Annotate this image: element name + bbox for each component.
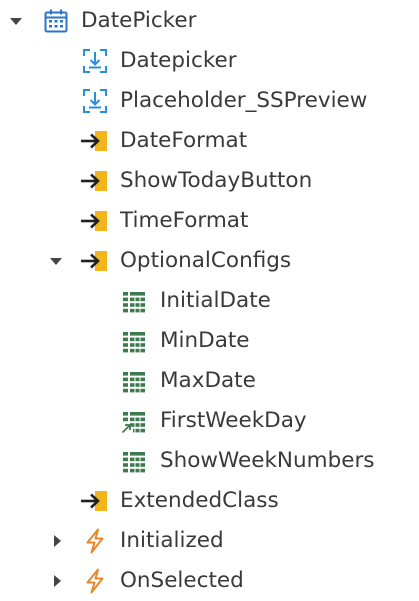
- calendar-icon: [43, 8, 69, 34]
- tree-item-label: MaxDate: [160, 368, 256, 393]
- tree-item-attribute-firstweekday[interactable]: FirstWeekDay: [0, 401, 419, 441]
- collapse-toggle-icon[interactable]: [8, 13, 24, 29]
- tree-item-label: ShowWeekNumbers: [160, 448, 375, 473]
- structure-attribute-icon: [121, 288, 147, 314]
- tree-item-event-initialized[interactable]: Initialized: [0, 521, 419, 561]
- placeholder-icon: [82, 48, 108, 74]
- structure-attribute-reference-icon: [121, 408, 147, 434]
- input-parameter-icon: [80, 128, 107, 154]
- structure-attribute-icon: [121, 368, 147, 394]
- tree-item-placeholder-sspreview[interactable]: Placeholder_SSPreview: [0, 81, 419, 121]
- collapse-toggle-icon[interactable]: [48, 253, 64, 269]
- tree-item-label: OnSelected: [120, 568, 244, 593]
- tree-item-attribute-showweeknumbers[interactable]: ShowWeekNumbers: [0, 441, 419, 481]
- expand-toggle-icon[interactable]: [49, 533, 65, 549]
- tree-item-placeholder-datepicker[interactable]: Datepicker: [0, 41, 419, 81]
- structure-attribute-icon: [121, 448, 147, 474]
- placeholder-icon: [82, 88, 108, 114]
- tree-item-label: Initialized: [120, 528, 224, 553]
- tree-item-label: Placeholder_SSPreview: [120, 88, 368, 113]
- tree-item-input-timeformat[interactable]: TimeFormat: [0, 201, 419, 241]
- tree-item-event-onselected[interactable]: OnSelected: [0, 561, 419, 601]
- tree-item-label: ExtendedClass: [120, 488, 279, 513]
- tree-item-label: DateFormat: [120, 128, 248, 153]
- widget-tree: DatePicker Datepicker Placeholder_SSPrev…: [0, 0, 419, 601]
- event-icon: [82, 528, 108, 554]
- tree-item-input-optionalconfigs[interactable]: OptionalConfigs: [0, 241, 419, 281]
- tree-item-label: Datepicker: [120, 48, 237, 73]
- input-parameter-icon: [80, 248, 107, 274]
- tree-item-label: ShowTodayButton: [120, 168, 313, 193]
- tree-item-attribute-maxdate[interactable]: MaxDate: [0, 361, 419, 401]
- structure-attribute-icon: [121, 328, 147, 354]
- tree-item-label: DatePicker: [81, 8, 197, 33]
- expand-toggle-icon[interactable]: [49, 573, 65, 589]
- tree-item-attribute-initialdate[interactable]: InitialDate: [0, 281, 419, 321]
- tree-item-attribute-mindate[interactable]: MinDate: [0, 321, 419, 361]
- tree-item-input-dateformat[interactable]: DateFormat: [0, 121, 419, 161]
- tree-item-input-showtodaybutton[interactable]: ShowTodayButton: [0, 161, 419, 201]
- input-parameter-icon: [80, 488, 107, 514]
- input-parameter-icon: [80, 168, 107, 194]
- input-parameter-icon: [80, 208, 107, 234]
- tree-item-label: OptionalConfigs: [120, 248, 292, 273]
- tree-item-input-extendedclass[interactable]: ExtendedClass: [0, 481, 419, 521]
- tree-item-datepicker[interactable]: DatePicker: [0, 1, 419, 41]
- tree-item-label: FirstWeekDay: [160, 408, 307, 433]
- tree-item-label: MinDate: [160, 328, 250, 353]
- tree-item-label: TimeFormat: [120, 208, 249, 233]
- event-icon: [82, 568, 108, 594]
- tree-item-label: InitialDate: [160, 288, 271, 313]
